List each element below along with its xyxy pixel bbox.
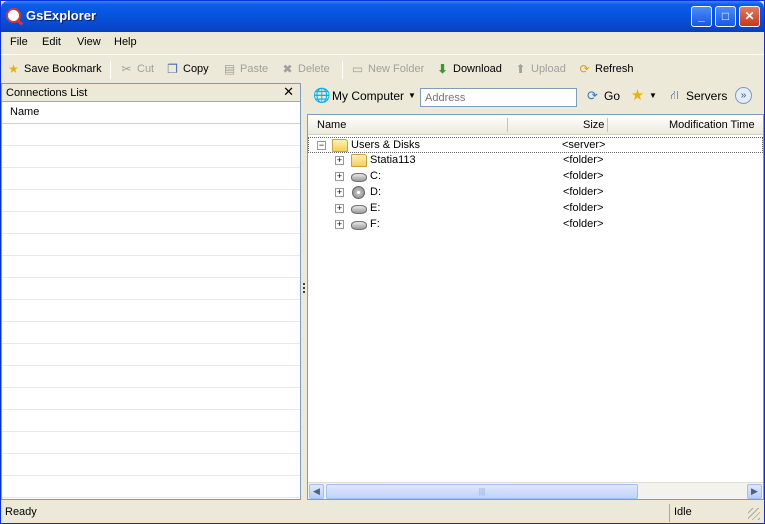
tree-row[interactable]: − Users & Disks <server> bbox=[308, 137, 763, 153]
connections-header: Connections List ✕ bbox=[2, 84, 300, 102]
folder-icon bbox=[332, 139, 348, 152]
upload-arrow-icon: ⬆ bbox=[515, 61, 526, 76]
row-size: <folder> bbox=[563, 154, 604, 166]
maximize-button[interactable]: □ bbox=[715, 6, 736, 27]
folder-icon bbox=[351, 154, 367, 167]
copy-icon: ❐ bbox=[167, 61, 178, 76]
horizontal-scrollbar[interactable]: ◀ ||| ▶ bbox=[308, 482, 763, 499]
expand-icon[interactable]: + bbox=[335, 204, 344, 213]
new-folder-icon: ▭ bbox=[351, 61, 364, 76]
favorites-star-icon: ★ bbox=[630, 87, 645, 104]
expand-toolbar-button[interactable]: » bbox=[735, 87, 752, 104]
file-list-header: Name Size Modification Time bbox=[308, 115, 763, 135]
row-name: D: bbox=[370, 186, 381, 198]
menu-file[interactable]: File bbox=[10, 36, 28, 48]
column-name: Name bbox=[10, 106, 40, 118]
double-chevron-down-icon: » bbox=[735, 87, 752, 104]
app-logo-icon bbox=[6, 8, 21, 23]
tree-row[interactable]: + F: <folder> bbox=[308, 217, 763, 233]
status-bar: Ready Idle bbox=[1, 503, 764, 523]
scroll-right-button[interactable]: ▶ bbox=[747, 484, 762, 499]
tree-row[interactable]: + Statia113 <folder> bbox=[308, 153, 763, 169]
row-name: C: bbox=[370, 170, 381, 182]
column-size[interactable]: Size bbox=[583, 119, 604, 131]
column-modification-time[interactable]: Modification Time bbox=[669, 119, 755, 131]
pane-splitter-handle[interactable] bbox=[301, 281, 306, 301]
tree-row[interactable]: + C: <folder> bbox=[308, 169, 763, 185]
hard-drive-icon bbox=[351, 205, 367, 214]
upload-button[interactable]: ⬆ Upload bbox=[513, 61, 565, 77]
save-bookmark-button[interactable]: ★ Save Bookmark bbox=[6, 61, 102, 77]
resize-grip[interactable] bbox=[748, 508, 760, 520]
refresh-folder-icon: ⟳ bbox=[579, 61, 590, 76]
delete-icon: ✖ bbox=[282, 61, 293, 76]
file-list-panel: Name Size Modification Time − Users & Di… bbox=[307, 114, 764, 500]
row-size: <folder> bbox=[563, 202, 604, 214]
expand-icon[interactable]: + bbox=[335, 172, 344, 181]
minimize-button[interactable]: _ bbox=[691, 6, 712, 27]
expand-icon[interactable]: + bbox=[335, 188, 344, 197]
file-tree: − Users & Disks <server> + Statia113 <fo… bbox=[308, 137, 763, 233]
clipboard-icon: ▤ bbox=[223, 61, 236, 76]
delete-button[interactable]: ✖ Delete bbox=[280, 61, 329, 77]
main-toolbar: ★ Save Bookmark ✂ Cut ❐ Copy ▤ Paste ✖ D… bbox=[1, 54, 764, 82]
chevron-down-icon: ▼ bbox=[408, 91, 416, 100]
collapse-icon[interactable]: − bbox=[317, 141, 326, 150]
menu-edit[interactable]: Edit bbox=[42, 36, 61, 48]
tree-row[interactable]: + D: <folder> bbox=[308, 185, 763, 201]
row-name: Users & Disks bbox=[351, 139, 421, 151]
address-toolbar: 🌐 My Computer ▼ ⟳ Go ★ ▼ ⛙ Servers » bbox=[308, 85, 764, 109]
hard-drive-icon bbox=[351, 173, 367, 182]
column-name[interactable]: Name bbox=[317, 119, 346, 131]
connections-panel: Connections List ✕ Name bbox=[1, 83, 301, 500]
title-bar[interactable]: GsExplorer _ □ ✕ bbox=[1, 1, 764, 32]
location-dropdown[interactable]: 🌐 My Computer ▼ bbox=[313, 88, 416, 103]
row-size: <server> bbox=[562, 139, 606, 151]
star-icon: ★ bbox=[8, 61, 19, 76]
scissors-icon: ✂ bbox=[121, 61, 132, 76]
row-size: <folder> bbox=[563, 186, 604, 198]
cd-drive-icon bbox=[352, 186, 365, 199]
download-arrow-icon: ⬇ bbox=[437, 61, 448, 76]
row-size: <folder> bbox=[563, 170, 604, 182]
menu-bar: File Edit View Help bbox=[1, 32, 764, 52]
scroll-left-button[interactable]: ◀ bbox=[309, 484, 324, 499]
network-icon: ⛙ bbox=[670, 88, 679, 102]
connections-title: Connections List bbox=[6, 87, 88, 99]
row-name: Statia113 bbox=[370, 154, 416, 166]
row-size: <folder> bbox=[563, 218, 604, 230]
app-window: GsExplorer _ □ ✕ File Edit View Help ★ S… bbox=[0, 0, 765, 524]
scrollbar-thumb[interactable]: ||| bbox=[326, 484, 638, 499]
new-folder-button[interactable]: ▭ New Folder bbox=[350, 61, 424, 77]
chevron-down-icon: ▼ bbox=[649, 91, 657, 100]
connections-column-header[interactable]: Name bbox=[2, 102, 300, 124]
hard-drive-icon bbox=[351, 221, 367, 230]
go-button[interactable]: ⟳ Go bbox=[585, 88, 620, 103]
address-input[interactable] bbox=[420, 88, 577, 107]
connections-list[interactable] bbox=[2, 124, 300, 499]
favorites-dropdown[interactable]: ★ ▼ bbox=[630, 88, 657, 103]
cut-button[interactable]: ✂ Cut bbox=[119, 61, 154, 77]
row-name: E: bbox=[370, 202, 381, 214]
servers-button[interactable]: ⛙ Servers bbox=[667, 88, 727, 103]
globe-icon: 🌐 bbox=[313, 87, 331, 103]
refresh-arrows-icon: ⟳ bbox=[587, 88, 598, 103]
menu-help[interactable]: Help bbox=[114, 36, 137, 48]
expand-icon[interactable]: + bbox=[335, 156, 344, 165]
window-title: GsExplorer bbox=[26, 8, 97, 23]
download-button[interactable]: ⬇ Download bbox=[435, 61, 501, 77]
paste-button[interactable]: ▤ Paste bbox=[222, 61, 268, 77]
expand-icon[interactable]: + bbox=[335, 220, 344, 229]
status-state: Idle bbox=[669, 504, 741, 522]
copy-button[interactable]: ❐ Copy bbox=[165, 61, 209, 77]
refresh-button[interactable]: ⟳ Refresh bbox=[577, 61, 633, 77]
close-icon[interactable]: ✕ bbox=[283, 84, 294, 100]
status-text: Ready bbox=[5, 506, 37, 518]
menu-view[interactable]: View bbox=[77, 36, 101, 48]
tree-row[interactable]: + E: <folder> bbox=[308, 201, 763, 217]
row-name: F: bbox=[370, 218, 380, 230]
close-button[interactable]: ✕ bbox=[739, 6, 760, 27]
